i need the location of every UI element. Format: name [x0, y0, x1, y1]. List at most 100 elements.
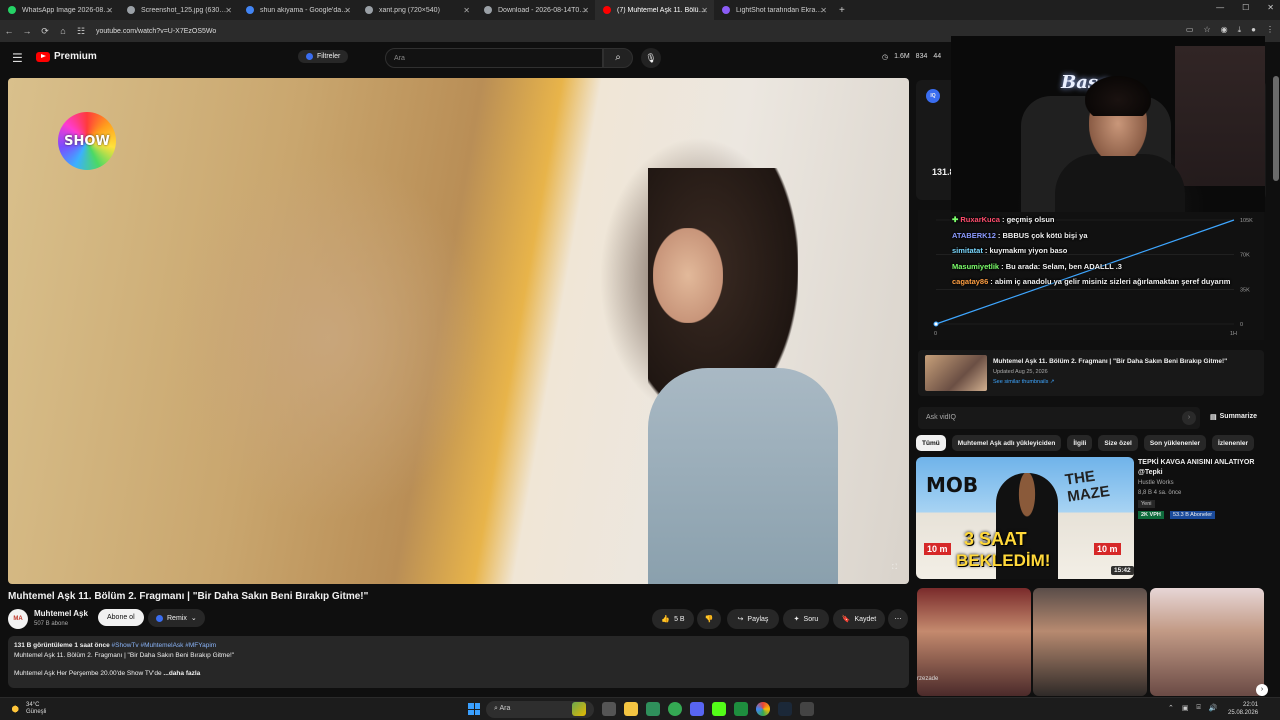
home-icon[interactable]: ⌂	[54, 26, 72, 36]
summarize-icon: ▤	[1210, 414, 1217, 421]
calculator-icon[interactable]	[800, 702, 814, 716]
browser-tab[interactable]: Download - 2026-08-14T0227 ✕	[476, 0, 595, 20]
windows-start-icon[interactable]	[468, 703, 480, 715]
send-arrow-icon[interactable]: ›	[1182, 411, 1196, 425]
task-view-icon[interactable]	[602, 702, 616, 716]
channel-name[interactable]: Muhtemel Aşk	[34, 609, 88, 618]
fullscreen-icon[interactable]: ⛶	[892, 564, 897, 572]
recommended-channel[interactable]: Hustle Works	[1138, 480, 1174, 486]
cast-icon[interactable]: ▭	[1186, 25, 1194, 35]
youtube-logo[interactable]: Premium	[36, 51, 97, 62]
filter-chip[interactable]: İlgili	[1067, 435, 1093, 451]
thumb-text-mob: MOB	[926, 473, 979, 497]
forward-arrow-icon[interactable]: →	[18, 26, 36, 36]
tab-close-icon[interactable]: ✕	[701, 6, 708, 15]
ask-vidiq-input[interactable]: Ask vidIQ	[918, 407, 1200, 429]
filter-chip[interactable]: Son yüklenenler	[1143, 435, 1207, 451]
browser-tab[interactable]: Screenshot_125.jpg (630×892) ✕	[119, 0, 238, 20]
weather-sun-icon	[8, 703, 20, 713]
channel-avatar[interactable]: MA	[8, 609, 28, 629]
vidiq-badge[interactable]: IQ	[926, 89, 940, 103]
extension-icon[interactable]: ◉	[1221, 25, 1228, 35]
browser-tab[interactable]: xant.png (720×540) ✕	[357, 0, 476, 20]
video-player[interactable]: SHOW ⛶	[8, 78, 909, 584]
microphone-icon[interactable]: 🎙	[641, 48, 661, 68]
steam-icon[interactable]	[778, 702, 792, 716]
hamburger-menu-icon[interactable]: ☰	[12, 51, 23, 65]
tab-close-icon[interactable]: ✕	[344, 6, 351, 15]
network-icon[interactable]: ⌸	[1197, 704, 1201, 712]
filter-chip[interactable]: Size özel	[1098, 435, 1138, 451]
description-box[interactable]: 131 B görüntüleme 1 saat önce #ShowTv #M…	[8, 636, 909, 688]
save-label: Kaydet	[854, 615, 877, 623]
new-tab-button[interactable]: +	[839, 5, 845, 16]
subscribe-button[interactable]: Abone ol	[98, 609, 144, 626]
browser-menu-icon[interactable]: ⋮	[1266, 25, 1274, 35]
back-arrow-icon[interactable]: ←	[0, 26, 18, 36]
tab-close-icon[interactable]: ✕	[106, 6, 113, 15]
recommended-title[interactable]: TEPKİ KAVGA ANISINI ANLATIYOR @Tepki	[1138, 458, 1256, 478]
recommended-thumbnail[interactable]: MOB THE MAZE 10 m 10 m 3 SAAT BEKLEDİM!	[916, 457, 1134, 579]
tab-close-icon[interactable]: ✕	[225, 6, 232, 15]
file-explorer-icon[interactable]	[624, 702, 638, 716]
search-input[interactable]: Ara	[385, 48, 603, 68]
site-info-icon[interactable]: ☷	[72, 26, 90, 37]
vidiq-thumbnail	[925, 355, 987, 391]
shorts-thumbnail[interactable]	[1150, 588, 1264, 696]
tab-label: xant.png (720×540)	[379, 6, 440, 14]
chevron-up-icon[interactable]: ⌃	[1168, 704, 1174, 712]
minimize-icon[interactable]: —	[1216, 3, 1224, 12]
description-tags[interactable]: #ShowTv #MuhtemelAsk #MFYapim	[112, 642, 217, 649]
reload-icon[interactable]: ⟳	[36, 26, 54, 37]
clock-date: 25.08.2026	[1228, 710, 1259, 716]
description-meta: 131 B görüntüleme 1 saat önce	[14, 642, 110, 649]
browser-tab[interactable]: WhatsApp Image 2026-08-25 a ✕	[0, 0, 119, 20]
profile-icon[interactable]: ●	[1251, 25, 1256, 35]
share-button[interactable]: ↪ Paylaş	[727, 609, 779, 629]
tab-close-icon[interactable]: ✕	[820, 6, 827, 15]
tab-close-icon[interactable]: ✕	[582, 6, 589, 15]
share-icon: ↪	[737, 616, 744, 623]
filters-button[interactable]: Filtreler	[298, 50, 349, 63]
app-icon[interactable]	[646, 702, 660, 716]
scrollbar[interactable]	[1273, 76, 1279, 181]
filter-chip[interactable]: Muhtemel Aşk adlı yükleyiciden	[951, 435, 1062, 451]
remix-button[interactable]: Remix ⌄	[148, 609, 205, 627]
chrome-icon[interactable]	[756, 702, 770, 716]
browser-tab[interactable]: LightShot tarafından Ekran Gör ✕	[714, 0, 833, 20]
browser-tab[interactable]: shun akiyama - Google'da Ara ✕	[238, 0, 357, 20]
volume-icon[interactable]: 🔊	[1209, 704, 1218, 712]
shorts-thumbnail[interactable]	[1033, 588, 1147, 696]
see-similar-link[interactable]: See similar thumbnails ↗	[993, 379, 1054, 385]
url-field[interactable]: youtube.com/watch?v=U-X7EzOS5Wo	[96, 28, 216, 35]
close-icon[interactable]: ✕	[1267, 3, 1274, 12]
show-tv-logo: SHOW	[58, 112, 116, 170]
chevron-right-icon[interactable]: ›	[1256, 684, 1268, 696]
search-icon[interactable]: ⌕	[603, 48, 633, 68]
taskbar-clock[interactable]: 22:01 25.08.2026	[1228, 701, 1258, 717]
tab-close-icon[interactable]: ✕	[463, 6, 470, 15]
download-icon[interactable]: ⤓	[1238, 25, 1242, 35]
tab-favicon-icon	[722, 6, 730, 14]
ask-button[interactable]: ✦ Soru	[783, 609, 829, 629]
browser-tab[interactable]: (7) Muhtemel Aşk 11. Bölüm 2. ✕	[595, 0, 714, 20]
kick-icon[interactable]	[712, 702, 726, 716]
save-button[interactable]: 🔖 Kaydet	[833, 609, 885, 629]
spotify-icon[interactable]	[668, 702, 682, 716]
terminal-icon[interactable]	[734, 702, 748, 716]
discord-icon[interactable]	[690, 702, 704, 716]
summarize-button[interactable]: ▤ Summarize	[1210, 413, 1257, 421]
filter-chip[interactable]: Tümü	[916, 435, 946, 451]
window-controls: — ☐ ✕	[1216, 3, 1274, 12]
chat-message: ATABERK12: BBBUS çok kötü bişi ya	[952, 228, 1252, 244]
weather-widget[interactable]: 34°C Güneşli	[26, 702, 46, 716]
show-more-link[interactable]: ...daha fazla	[163, 670, 200, 677]
dislike-button[interactable]: 👎	[697, 609, 721, 629]
maximize-icon[interactable]: ☐	[1242, 3, 1249, 12]
bookmark-star-icon[interactable]: ☆	[1203, 25, 1210, 35]
search-highlight-icon[interactable]	[572, 702, 586, 716]
like-button[interactable]: 👍 5 B	[652, 609, 694, 629]
filter-chip[interactable]: İzlenenler	[1212, 435, 1255, 451]
tray-app-icon[interactable]: ▣	[1182, 704, 1189, 712]
more-actions-button[interactable]: ⋯	[888, 609, 908, 629]
